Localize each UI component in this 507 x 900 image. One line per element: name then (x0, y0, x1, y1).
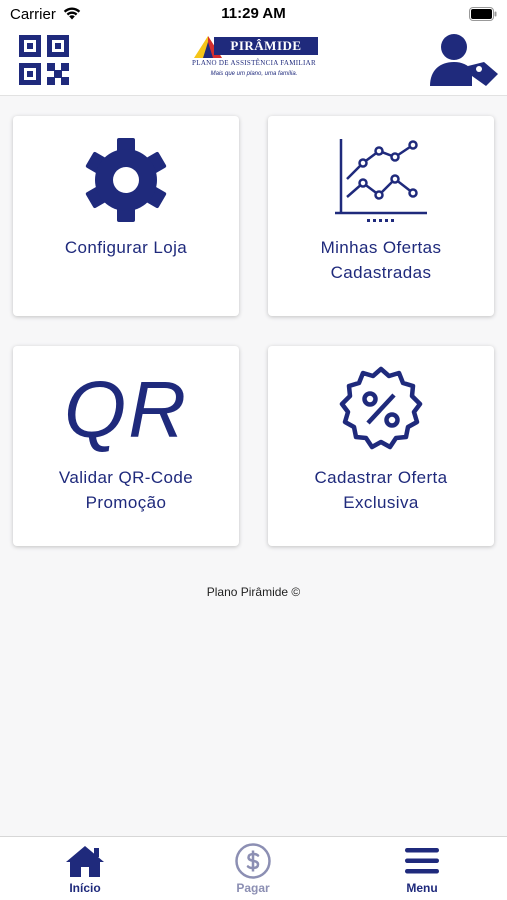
percent-badge-icon (339, 366, 423, 450)
user-tag-icon (430, 34, 498, 86)
qr-code-button[interactable] (18, 34, 70, 86)
dollar-circle-icon (235, 843, 271, 879)
configure-store-card[interactable]: Configurar Loja (13, 116, 239, 316)
copyright-text: Plano Pirâmide © (206, 585, 301, 599)
tab-label: Menu (406, 881, 438, 895)
brand-logo: PIRÂMIDE PLANO DE ASSISTÊNCIA FAMILIAR M… (184, 34, 324, 86)
clock-label: 11:29 AM (221, 5, 286, 22)
qr-code-icon (19, 35, 69, 85)
app-header: PIRÂMIDE PLANO DE ASSISTÊNCIA FAMILIAR M… (0, 28, 507, 96)
hamburger-icon (405, 848, 439, 874)
status-bar: Carrier 11:29 AM (0, 0, 507, 28)
card-label: Configurar Loja (64, 238, 188, 257)
validate-qr-card[interactable]: QR Validar QR-Code Promoção (13, 346, 239, 546)
gear-icon (85, 138, 167, 222)
card-label: Cadastrar Oferta Exclusiva (314, 468, 448, 512)
tab-menu[interactable]: Menu (372, 841, 472, 899)
qr-text-icon: QR (64, 365, 188, 454)
card-label: Minhas Ofertas Cadastradas (320, 238, 442, 282)
tab-label: Pagar (236, 881, 270, 895)
tab-pagar[interactable]: Pagar (203, 841, 303, 899)
brand-name: PIRÂMIDE (214, 37, 318, 55)
tab-label: Início (69, 881, 101, 895)
brand-subtitle: PLANO DE ASSISTÊNCIA FAMILIAR (192, 59, 316, 67)
my-offers-card[interactable]: Minhas Ofertas Cadastradas (268, 116, 494, 316)
brand-tagline: Mais que um plano, uma família. (210, 71, 298, 77)
home-icon (66, 846, 104, 877)
tab-bar: Início Pagar Menu (0, 836, 507, 900)
line-chart-icon (335, 139, 427, 222)
card-label: Validar QR-Code Promoção (58, 468, 194, 512)
profile-button[interactable] (428, 30, 500, 90)
battery-icon (469, 7, 497, 26)
register-offer-card[interactable]: Cadastrar Oferta Exclusiva (268, 346, 494, 546)
tab-inicio[interactable]: Início (35, 841, 135, 899)
